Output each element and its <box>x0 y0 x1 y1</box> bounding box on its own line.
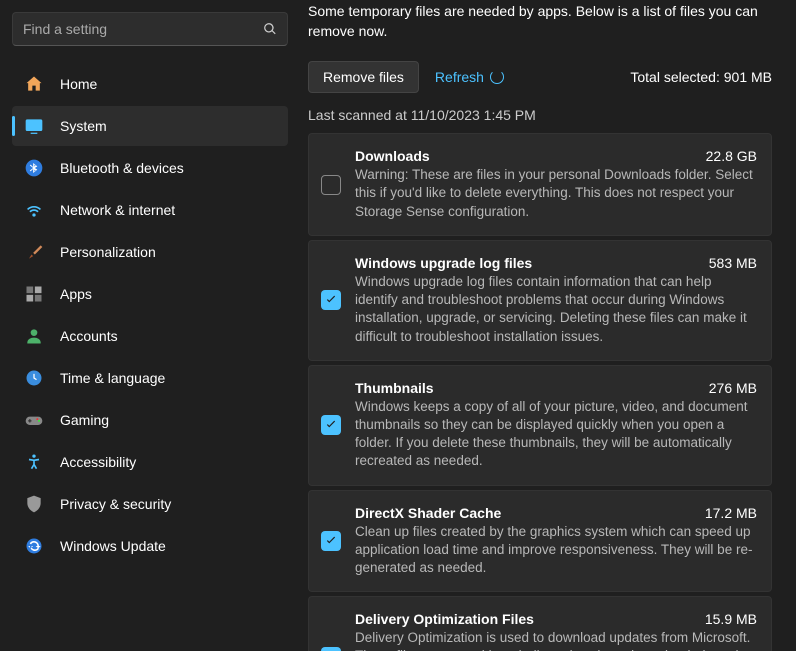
sidebar-item-personalization[interactable]: Personalization <box>12 232 288 272</box>
sidebar-item-label: Personalization <box>60 244 156 260</box>
file-body: Windows upgrade log files583 MBWindows u… <box>355 255 757 346</box>
refresh-label: Refresh <box>435 69 484 85</box>
file-body: Delivery Optimization Files15.9 MBDelive… <box>355 611 757 651</box>
file-size: 17.2 MB <box>705 505 757 521</box>
update-icon <box>24 536 44 556</box>
file-header: Thumbnails 276 MB <box>355 380 757 396</box>
bluetooth-icon <box>24 158 44 178</box>
file-card[interactable]: Downloads 22.8 GB Warning: These are files… <box>308 133 772 236</box>
sidebar-item-privacy[interactable]: Privacy & security <box>12 484 288 524</box>
wifi-icon <box>24 200 44 220</box>
account-icon <box>24 326 44 346</box>
file-description: Windows keeps a copy of all of your pict… <box>355 398 757 471</box>
file-size: 583 MB <box>709 255 757 271</box>
settings-sidebar: Home System Bluetooth & devices Network … <box>0 0 300 651</box>
last-scanned: Last scanned at 11/10/2023 1:45 PM <box>308 107 772 123</box>
gamepad-icon <box>24 410 44 430</box>
main-content: Some temporary files are needed by apps.… <box>300 0 796 651</box>
file-header: Windows upgrade log files 583 MB <box>355 255 757 271</box>
sidebar-item-label: Bluetooth & devices <box>60 160 184 176</box>
search-input[interactable] <box>23 21 263 37</box>
sidebar-item-update[interactable]: Windows Update <box>12 526 288 566</box>
sidebar-item-accounts[interactable]: Accounts <box>12 316 288 356</box>
file-card[interactable]: Delivery Optimization Files15.9 MBDelive… <box>308 596 772 651</box>
file-body: Thumbnails 276 MB Windows keeps a copy of … <box>355 380 757 471</box>
sidebar-item-network[interactable]: Network & internet <box>12 190 288 230</box>
file-name: DirectX Shader Cache <box>355 505 501 521</box>
file-name: Thumbnails <box>355 380 434 396</box>
intro-text: Some temporary files are needed by apps.… <box>308 0 772 41</box>
home-icon <box>24 74 44 94</box>
checkbox[interactable] <box>321 647 341 651</box>
file-header: Downloads 22.8 GB <box>355 148 757 164</box>
sidebar-item-label: System <box>60 118 107 134</box>
file-card[interactable]: Windows upgrade log files583 MBWindows u… <box>308 240 772 361</box>
checkbox[interactable] <box>321 415 341 435</box>
search-icon <box>263 22 277 36</box>
apps-icon <box>24 284 44 304</box>
system-icon <box>24 116 44 136</box>
sidebar-item-apps[interactable]: Apps <box>12 274 288 314</box>
file-description: Clean up files created by the graphics s… <box>355 523 757 578</box>
file-description: Windows upgrade log files contain inform… <box>355 273 757 346</box>
file-name: Delivery Optimization Files <box>355 611 534 627</box>
sidebar-item-label: Accessibility <box>60 454 136 470</box>
file-body: Downloads 22.8 GB Warning: These are files… <box>355 148 757 221</box>
file-description: Warning: These are files in your persona… <box>355 166 757 221</box>
remove-files-button[interactable]: Remove files <box>308 61 419 93</box>
checkbox[interactable] <box>321 175 341 195</box>
file-description: Delivery Optimization is used to downloa… <box>355 629 757 651</box>
refresh-icon <box>490 70 504 84</box>
sidebar-item-accessibility[interactable]: Accessibility <box>12 442 288 482</box>
sidebar-item-label: Gaming <box>60 412 109 428</box>
file-list: Downloads 22.8 GB Warning: These are files… <box>308 133 772 651</box>
sidebar-item-system[interactable]: System <box>12 106 288 146</box>
file-size: 15.9 MB <box>705 611 757 627</box>
search-box[interactable] <box>12 12 288 46</box>
action-row: Remove files Refresh Total selected: 901… <box>308 61 772 93</box>
sidebar-item-label: Apps <box>60 286 92 302</box>
sidebar-item-home[interactable]: Home <box>12 64 288 104</box>
sidebar-item-label: Time & language <box>60 370 165 386</box>
sidebar-item-gaming[interactable]: Gaming <box>12 400 288 440</box>
sidebar-item-bluetooth[interactable]: Bluetooth & devices <box>12 148 288 188</box>
refresh-button[interactable]: Refresh <box>435 69 504 85</box>
accessibility-icon <box>24 452 44 472</box>
file-body: DirectX Shader Cache 17.2 MB Clean up file… <box>355 505 757 578</box>
total-selected: Total selected: 901 MB <box>630 69 772 85</box>
file-card[interactable]: Thumbnails 276 MB Windows keeps a copy of … <box>308 365 772 486</box>
clock-icon <box>24 368 44 388</box>
file-header: DirectX Shader Cache 17.2 MB <box>355 505 757 521</box>
file-size: 276 MB <box>709 380 757 396</box>
file-header: Delivery Optimization Files 15.9 MB <box>355 611 757 627</box>
checkbox[interactable] <box>321 531 341 551</box>
sidebar-item-label: Network & internet <box>60 202 175 218</box>
file-name: Downloads <box>355 148 430 164</box>
file-size: 22.8 GB <box>706 148 757 164</box>
sidebar-item-label: Windows Update <box>60 538 166 554</box>
brush-icon <box>24 242 44 262</box>
checkbox[interactable] <box>321 290 341 310</box>
sidebar-item-label: Home <box>60 76 97 92</box>
file-name: Windows upgrade log files <box>355 255 532 271</box>
file-card[interactable]: DirectX Shader Cache 17.2 MB Clean up file… <box>308 490 772 593</box>
sidebar-item-label: Accounts <box>60 328 118 344</box>
sidebar-item-time[interactable]: Time & language <box>12 358 288 398</box>
shield-icon <box>24 494 44 514</box>
sidebar-item-label: Privacy & security <box>60 496 171 512</box>
